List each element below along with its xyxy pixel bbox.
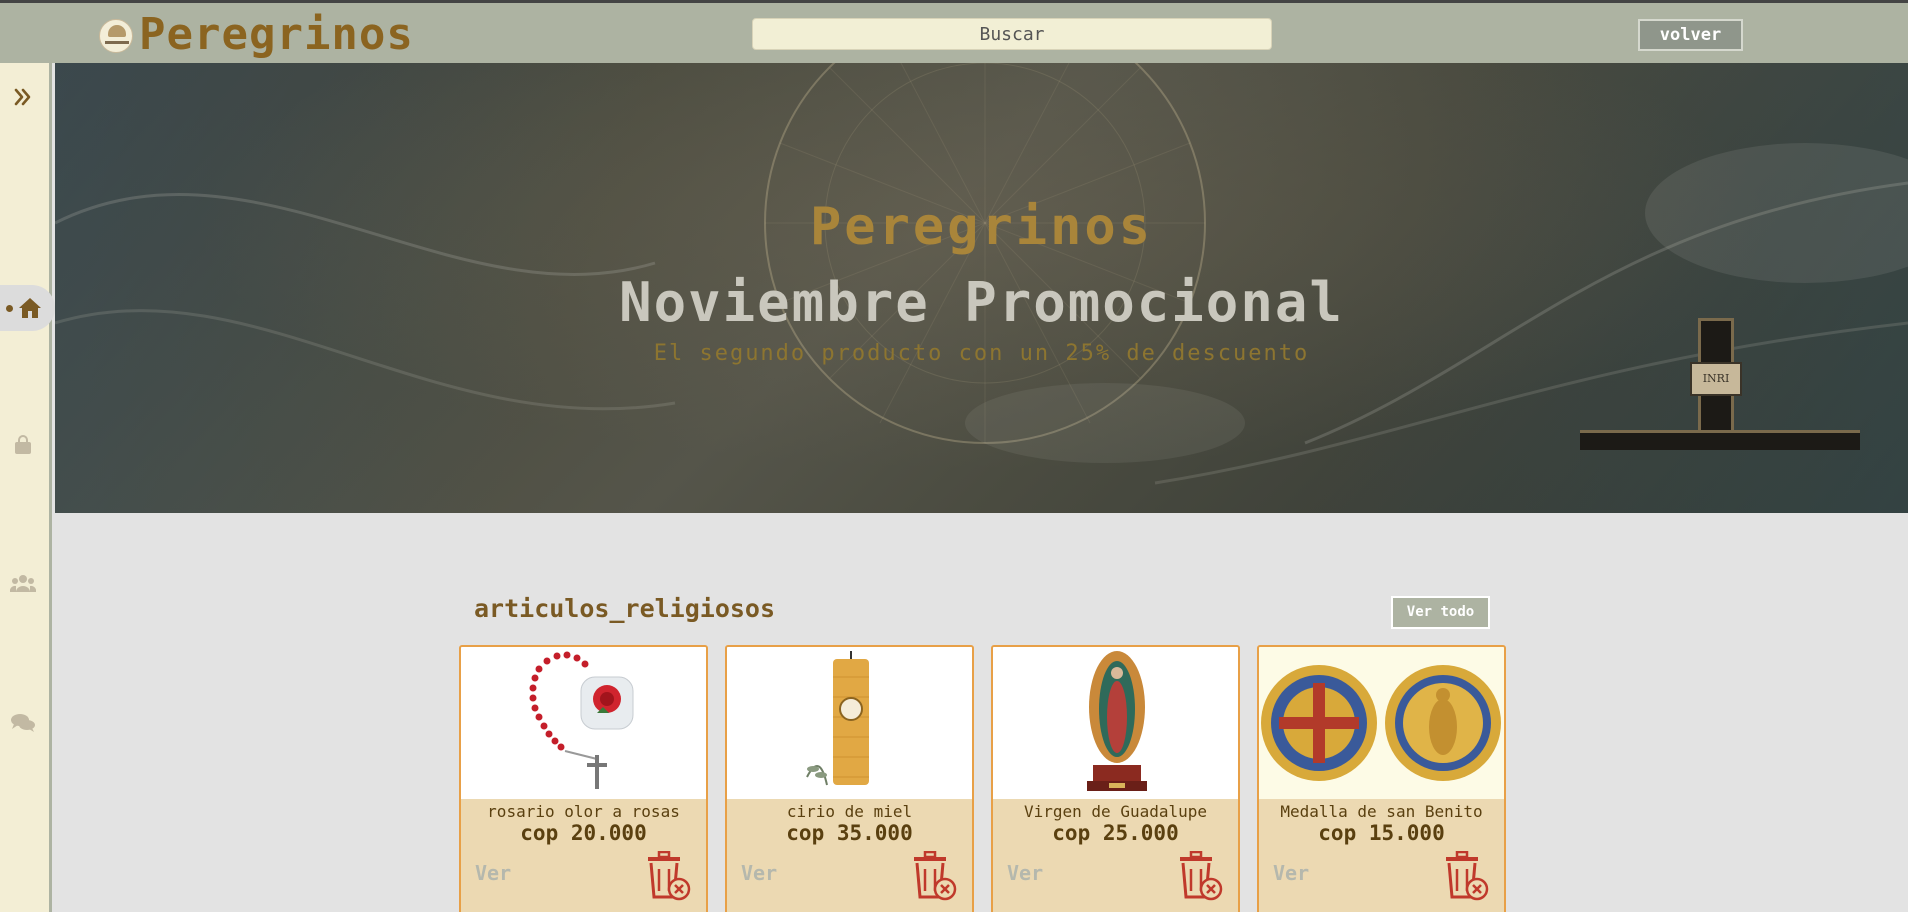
double-chevron-right-icon — [14, 88, 31, 106]
brand-title: Peregrinos — [139, 9, 414, 60]
view-button[interactable]: Ver — [741, 861, 777, 885]
view-button[interactable]: Ver — [1007, 861, 1043, 885]
shopping-bag-icon — [15, 435, 31, 454]
chat-icon — [11, 714, 35, 732]
product-price: cop 25.000 — [1052, 821, 1179, 845]
product-price: cop 35.000 — [786, 821, 913, 845]
expand-sidebar-button[interactable] — [0, 77, 46, 117]
sidebar-item-chat[interactable] — [0, 703, 46, 743]
candle-image — [727, 647, 972, 799]
back-button[interactable]: volver — [1638, 19, 1743, 51]
product-name: Medalla de san Benito — [1280, 802, 1483, 821]
top-header: Peregrinos volver — [0, 0, 1908, 63]
medal-image — [1259, 647, 1504, 799]
hero-description: El segundo producto con un 25% de descue… — [653, 341, 1310, 366]
view-button[interactable]: Ver — [475, 861, 511, 885]
trash-icon — [914, 850, 957, 901]
sidebar — [0, 63, 55, 912]
sidebar-item-shop[interactable] — [0, 425, 46, 465]
product-card[interactable]: Virgen de Guadalupe cop 25.000 Ver — [991, 645, 1240, 912]
product-card[interactable]: Medalla de san Benito cop 15.000 Ver — [1257, 645, 1506, 912]
logo-badge — [99, 19, 133, 53]
product-card[interactable]: rosario olor a rosas cop 20.000 Ver — [459, 645, 708, 912]
statue-image — [993, 647, 1238, 799]
delete-button[interactable] — [645, 850, 691, 901]
rosary-image — [461, 647, 706, 799]
product-price: cop 20.000 — [520, 821, 647, 845]
delete-button[interactable] — [1443, 850, 1489, 901]
users-icon — [10, 575, 36, 592]
delete-button[interactable] — [911, 850, 957, 901]
sidebar-item-home[interactable] — [0, 285, 55, 331]
search-input[interactable] — [752, 18, 1272, 50]
section-title: articulos_religiosos — [474, 594, 776, 623]
trash-icon — [1180, 850, 1223, 901]
product-name: rosario olor a rosas — [487, 802, 680, 821]
home-icon — [19, 298, 41, 318]
product-name: Virgen de Guadalupe — [1023, 802, 1208, 821]
cross-plaque: INRI — [1690, 362, 1742, 396]
view-button[interactable]: Ver — [1273, 861, 1309, 885]
hero-title: Peregrinos — [809, 197, 1154, 257]
product-price: cop 15.000 — [1318, 821, 1445, 845]
active-indicator — [6, 305, 13, 312]
sidebar-item-users[interactable] — [0, 563, 46, 603]
delete-button[interactable] — [1177, 850, 1223, 901]
hero-subtitle: Noviembre Promocional — [619, 271, 1344, 334]
product-name: cirio de miel — [786, 802, 913, 821]
trash-icon — [648, 850, 691, 901]
product-card[interactable]: cirio de miel cop 35.000 Ver — [725, 645, 974, 912]
trash-icon — [1446, 850, 1489, 901]
cross-bar — [1580, 430, 1860, 450]
see-all-button[interactable]: Ver todo — [1391, 596, 1490, 629]
